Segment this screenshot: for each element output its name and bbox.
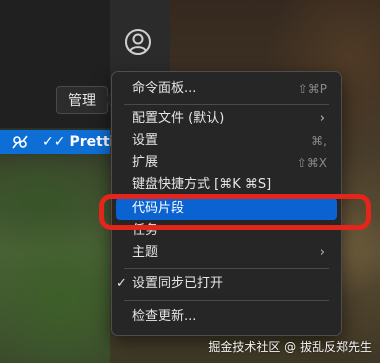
menu-item-themes[interactable]: 主题 ›: [116, 242, 337, 264]
menu-item-profile[interactable]: 配置文件 (默认) ›: [116, 108, 337, 130]
menu-item-settings[interactable]: 设置 ⌘,: [116, 130, 337, 152]
menu-separator: [124, 268, 329, 269]
menu-item-settings-sync[interactable]: ✓ 设置同步已打开: [116, 273, 337, 295]
chevron-right-icon: ›: [319, 245, 325, 260]
menu-item-label: 设置同步已打开: [132, 276, 224, 291]
menu-separator: [124, 300, 329, 301]
remote-connection-icon[interactable]: [4, 130, 36, 154]
watermark: 掘金技术社区 @ 拔乱反郑先生: [208, 340, 372, 354]
checkmark-icon: ✓: [116, 276, 127, 291]
chevron-right-icon: ›: [319, 111, 325, 126]
menu-item-label: 命令面板...: [132, 81, 197, 96]
menu-item-label: 检查更新...: [132, 309, 197, 324]
menu-item-extensions[interactable]: 扩展 ⇧⌘X: [116, 152, 337, 174]
menu-item-shortcut: ⇧⌘P: [297, 82, 327, 96]
menu-item-label: 主题: [132, 245, 159, 260]
menu-item-shortcut: ⌘,: [311, 134, 327, 148]
menu-item-command-palette[interactable]: 命令面板... ⇧⌘P: [116, 78, 337, 100]
menu-separator: [124, 104, 329, 105]
menu-item-keyboard-shortcuts[interactable]: 键盘快捷方式 [⌘K ⌘S]: [116, 174, 337, 196]
menu-item-label: 扩展: [132, 155, 159, 170]
double-check-icon: ✓✓: [42, 134, 66, 150]
account-icon[interactable]: [124, 28, 152, 56]
status-bar: ✓✓ Prettie: [0, 130, 124, 154]
menu-item-label: 键盘快捷方式 [⌘K ⌘S]: [132, 177, 272, 192]
menu-item-label: 配置文件 (默认): [132, 111, 225, 126]
menu-item-label: 设置: [132, 133, 159, 148]
manage-tooltip: 管理: [56, 86, 108, 114]
menu-item-check-updates[interactable]: 检查更新...: [116, 306, 337, 328]
menu-item-shortcut: ⇧⌘X: [296, 156, 327, 170]
annotation-highlight: [99, 194, 371, 230]
